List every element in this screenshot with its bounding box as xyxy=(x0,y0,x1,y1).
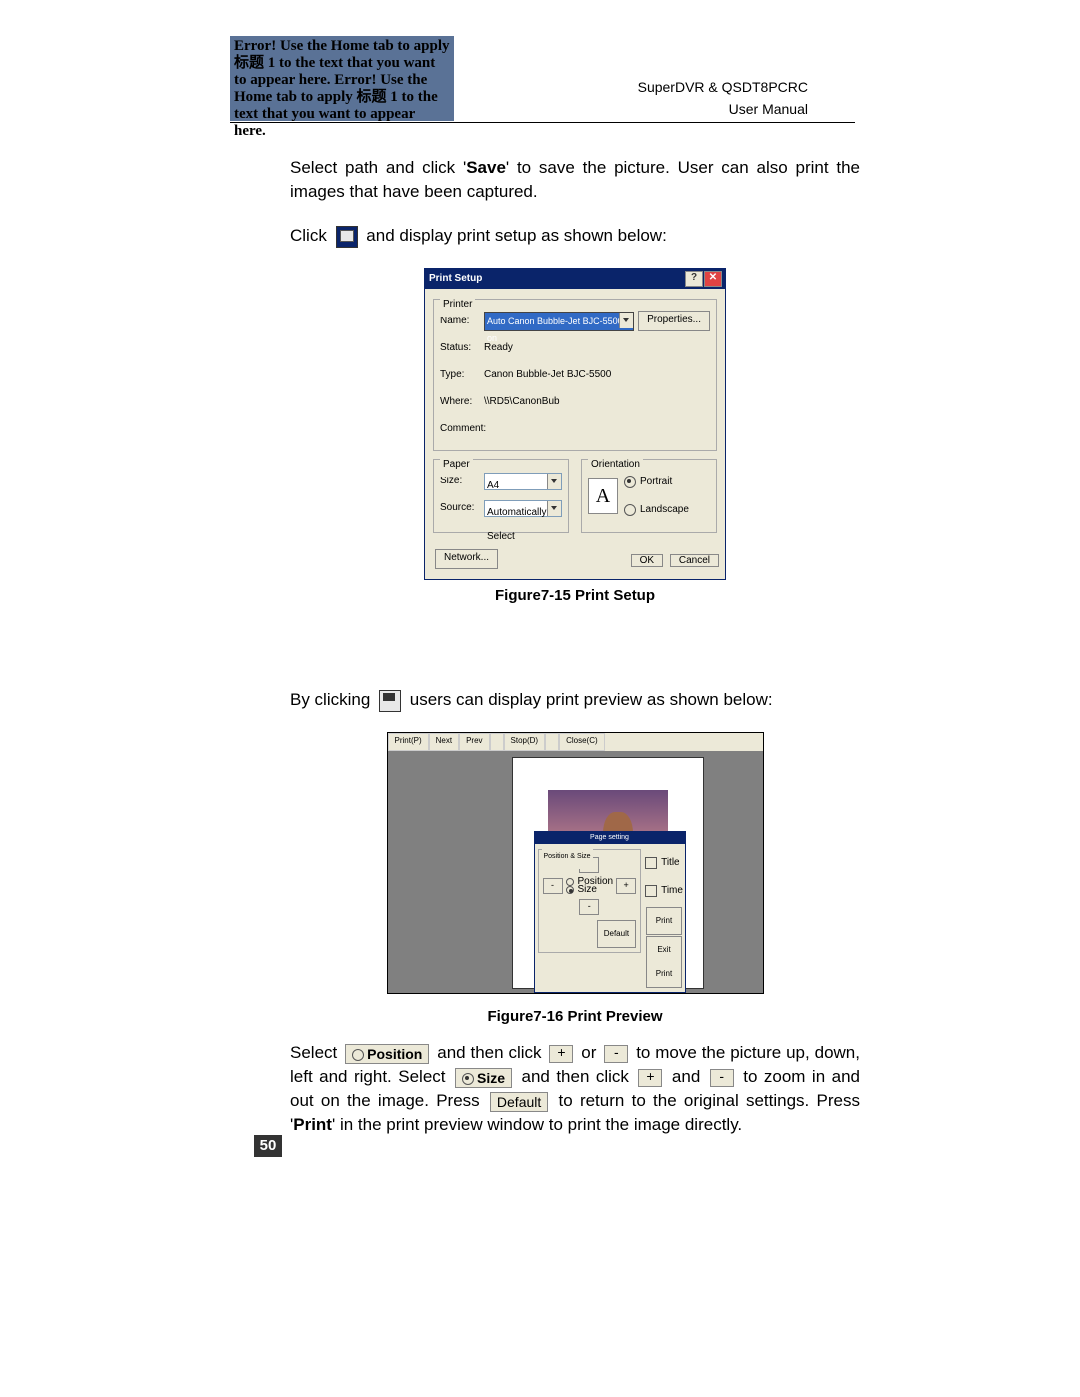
chevron-down-icon[interactable] xyxy=(619,313,633,328)
page-number: 50 xyxy=(254,1135,282,1157)
content-area: Select path and click 'Save' to save the… xyxy=(290,156,860,1157)
preview-blank-button xyxy=(490,733,504,751)
printer-name-dropdown[interactable]: Auto Canon Bubble-Jet BJC-5500 on xyxy=(484,312,634,331)
ok-button[interactable]: OK xyxy=(631,554,663,567)
dialog-titlebar: Print Setup ? ✕ xyxy=(425,269,725,289)
position-size-group: Position & Size + - Position Size xyxy=(538,849,642,953)
chevron-down-icon[interactable] xyxy=(547,474,561,489)
time-checkbox[interactable]: Time xyxy=(645,879,683,903)
chevron-down-icon[interactable] xyxy=(547,501,561,516)
paragraph-save: Select path and click 'Save' to save the… xyxy=(290,156,860,204)
cancel-button[interactable]: Cancel xyxy=(670,554,719,567)
title-checkbox[interactable]: Title xyxy=(645,851,683,875)
paragraph-click-preview: By clicking users can display print prev… xyxy=(290,688,860,712)
print-preview-window: Print(P) Next Prev Stop(D) Close(C) Page… xyxy=(387,732,764,994)
ps-exit-button[interactable]: Exit Print xyxy=(646,936,682,988)
inline-minus2-button[interactable]: - xyxy=(710,1069,734,1087)
print-setup-icon[interactable] xyxy=(336,226,358,248)
preview-prev-button[interactable]: Prev xyxy=(459,733,489,751)
inline-default-button[interactable]: Default xyxy=(490,1092,548,1112)
type-value: Canon Bubble-Jet BJC-5500 xyxy=(484,363,611,387)
properties-button[interactable]: Properties... xyxy=(638,311,710,331)
preview-next-button[interactable]: Next xyxy=(429,733,459,751)
paragraph-position-size: Select Position and then click + or - to… xyxy=(290,1041,860,1137)
figure-print-setup: Print Setup ? ✕ Printer Name: Auto Canon… xyxy=(290,268,860,608)
where-value: \\RD5\CanonBub xyxy=(484,390,560,414)
network-button[interactable]: Network... xyxy=(435,549,498,569)
preview-stop-button[interactable]: Stop(D) xyxy=(504,733,546,751)
preview-blank2-button xyxy=(545,733,559,751)
minus-button[interactable]: - xyxy=(579,899,599,915)
paper-source-dropdown[interactable]: Automatically Select xyxy=(484,500,562,517)
landscape-radio[interactable]: Landscape xyxy=(624,498,689,522)
print-preview-icon[interactable] xyxy=(379,690,401,712)
inline-plus-button[interactable]: + xyxy=(549,1045,573,1063)
header-rule xyxy=(230,122,855,123)
size-radio[interactable]: Size xyxy=(566,886,614,894)
header-right: SuperDVR & QSDT8PCRC User Manual xyxy=(638,76,808,120)
inline-minus-button[interactable]: - xyxy=(604,1045,628,1063)
print-keyword: Print xyxy=(293,1115,332,1134)
doc-title-line1: SuperDVR & QSDT8PCRC xyxy=(638,76,808,98)
page-setting-title: Page setting xyxy=(535,832,685,844)
figure-print-preview: Print(P) Next Prev Stop(D) Close(C) Page… xyxy=(290,732,860,1029)
save-keyword: Save xyxy=(466,158,506,177)
paper-size-dropdown[interactable]: A4 xyxy=(484,473,562,490)
orientation-preview-icon: A xyxy=(588,478,618,514)
inline-size-radio[interactable]: Size xyxy=(455,1068,512,1088)
orientation-group: Orientation A Portrait Landscape xyxy=(581,459,717,533)
close-icon[interactable]: ✕ xyxy=(704,271,722,287)
inline-position-radio[interactable]: Position xyxy=(345,1044,429,1064)
help-icon[interactable]: ? xyxy=(685,271,703,287)
figure-caption-2: Figure7-16 Print Preview xyxy=(290,1005,860,1029)
doc-title-line2: User Manual xyxy=(638,98,808,120)
default-button[interactable]: Default xyxy=(597,920,636,948)
preview-toolbar: Print(P) Next Prev Stop(D) Close(C) xyxy=(388,733,763,751)
inline-plus2-button[interactable]: + xyxy=(638,1069,662,1087)
page-setting-dialog: Page setting Position & Size + - xyxy=(534,831,686,993)
dialog-title-text: Print Setup xyxy=(429,273,482,284)
figure-caption-1: Figure7-15 Print Setup xyxy=(290,584,860,608)
document-page: Error! Use the Home tab to apply 标题 1 to… xyxy=(0,0,1080,1397)
ps-print-button[interactable]: Print xyxy=(646,907,682,935)
left-button[interactable]: - xyxy=(543,878,563,894)
printer-group: Printer Name: Auto Canon Bubble-Jet BJC-… xyxy=(433,299,717,451)
header-error-block: Error! Use the Home tab to apply 标题 1 to… xyxy=(230,36,454,121)
paper-group: Paper Size: A4 Source: xyxy=(433,459,569,533)
right-button[interactable]: + xyxy=(616,878,636,894)
paragraph-click-printsetup: Click and display print setup as shown b… xyxy=(290,224,860,248)
preview-close-button[interactable]: Close(C) xyxy=(559,733,605,751)
print-setup-dialog: Print Setup ? ✕ Printer Name: Auto Canon… xyxy=(424,268,726,580)
preview-print-button[interactable]: Print(P) xyxy=(388,733,429,751)
